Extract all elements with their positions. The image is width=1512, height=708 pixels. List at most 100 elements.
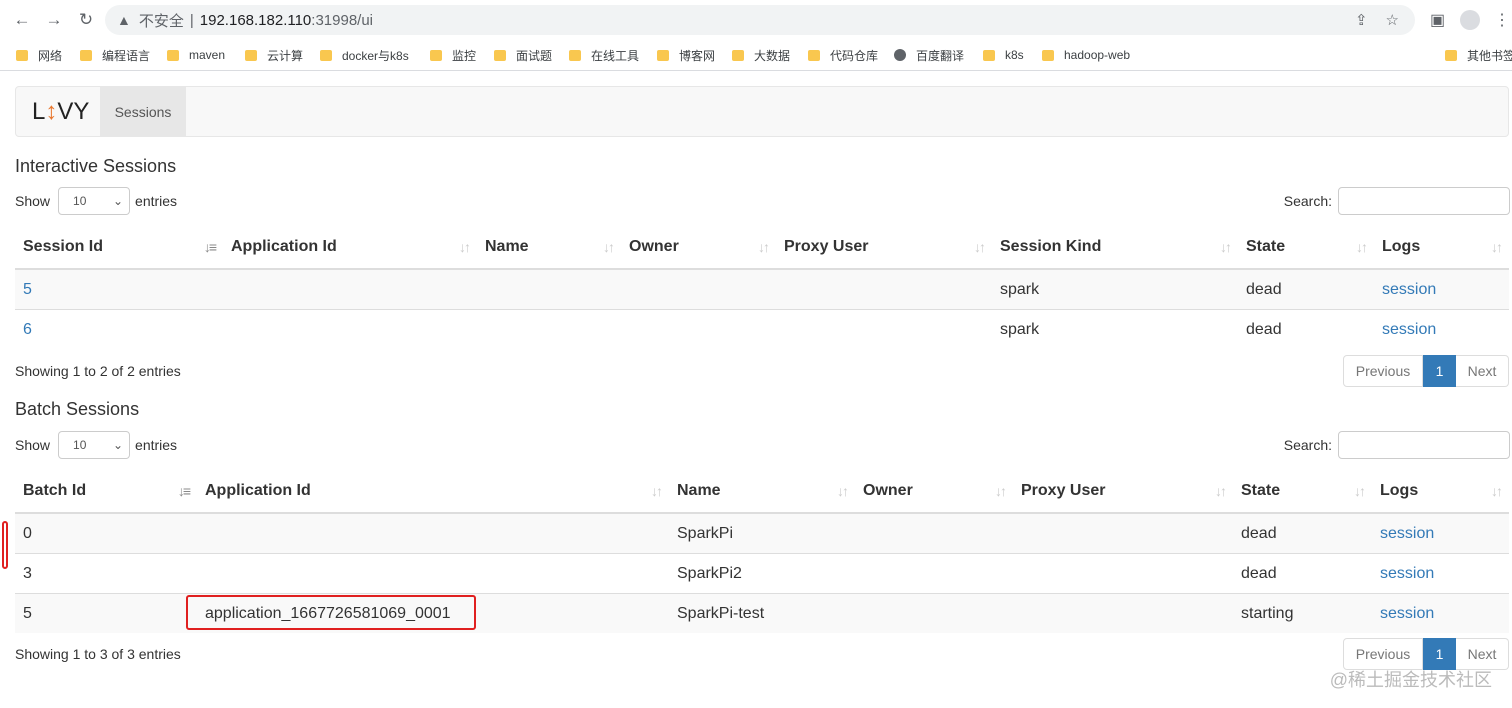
insecure-label: 不安全 xyxy=(138,12,184,30)
folder-icon xyxy=(430,49,442,61)
session-id-link[interactable]: 6 xyxy=(23,321,32,338)
column-header[interactable]: State ↓↑ xyxy=(1233,470,1372,514)
column-header[interactable]: State ↓↑ xyxy=(1238,226,1374,270)
bookmark-item[interactable]: docker与k8s xyxy=(320,46,409,64)
livy-logo[interactable]: L↕VY xyxy=(32,98,89,126)
sort-icon: ↓↑ xyxy=(1491,239,1503,255)
folder-icon xyxy=(1042,49,1054,61)
batch-id: 5 xyxy=(15,593,197,633)
session-id-link[interactable]: 5 xyxy=(23,281,32,298)
sort-icon: ↓↑ xyxy=(459,239,471,255)
session-state: dead xyxy=(1238,309,1374,349)
next-button[interactable]: Next xyxy=(1456,355,1509,387)
chevron-down-icon: ⌄ xyxy=(112,438,124,452)
interactive-page-size: Show 10 ⌄ entries xyxy=(15,187,177,215)
sort-icon: ↓↑ xyxy=(1354,483,1366,499)
bookmark-item[interactable]: hadoop-web xyxy=(1042,46,1130,64)
address-bar[interactable]: ▲ 不安全 | 192.168.182.110:31998/ui ⇪ ☆ xyxy=(105,5,1415,35)
interactive-info: Showing 1 to 2 of 2 entries xyxy=(15,363,181,379)
bookmark-item[interactable]: 监控 xyxy=(430,46,476,64)
interactive-pagination: Previous 1 Next xyxy=(1343,355,1509,387)
folder-icon xyxy=(494,49,506,61)
share-icon[interactable]: ⇪ xyxy=(1355,11,1368,29)
batch-log-link[interactable]: session xyxy=(1380,605,1434,622)
tab-sessions[interactable]: Sessions xyxy=(100,87,186,136)
interactive-sessions-title: Interactive Sessions xyxy=(15,156,177,176)
batch-id: 3 xyxy=(15,553,197,594)
folder-icon xyxy=(983,49,995,61)
column-header[interactable]: Session Kind ↓↑ xyxy=(992,226,1238,270)
sort-icon: ↓↑ xyxy=(974,239,986,255)
batch-state: starting xyxy=(1233,593,1372,633)
bookmark-item[interactable]: 面试题 xyxy=(494,46,552,64)
back-icon[interactable]: ← xyxy=(10,8,34,32)
batch-state: dead xyxy=(1233,512,1372,554)
sort-icon: ↓↑ xyxy=(995,483,1007,499)
bookmark-item[interactable]: 百度翻译 xyxy=(894,46,964,64)
batch-info: Showing 1 to 3 of 3 entries xyxy=(15,646,181,662)
bookmark-item[interactable]: maven xyxy=(167,46,225,64)
interactive-page-size-select[interactable]: 10 ⌄ xyxy=(58,187,131,215)
bookmark-item[interactable]: 编程语言 xyxy=(80,46,150,64)
column-header[interactable]: Owner ↓↑ xyxy=(621,226,776,270)
batch-name: SparkPi2 xyxy=(669,553,855,594)
session-log-link[interactable]: session xyxy=(1382,281,1436,298)
other-bookmarks[interactable]: 其他书签 xyxy=(1445,46,1512,64)
batch-log-link[interactable]: session xyxy=(1380,525,1434,542)
forward-icon[interactable]: → xyxy=(42,8,66,32)
session-log-link[interactable]: session xyxy=(1382,321,1436,338)
bookmark-item[interactable]: 网络 xyxy=(16,46,62,64)
column-header[interactable]: Application Id ↓↑ xyxy=(197,470,669,514)
watermark: @稀土掘金技术社区 xyxy=(1329,670,1492,690)
bookmark-item[interactable]: 大数据 xyxy=(732,46,790,64)
bookmark-item[interactable]: 云计算 xyxy=(245,46,303,64)
bookmark-star-icon[interactable]: ☆ xyxy=(1386,11,1399,29)
folder-icon xyxy=(569,49,581,61)
side-panel-icon[interactable]: ▣ xyxy=(1430,8,1445,32)
column-header[interactable]: Batch Id ↓≡ xyxy=(15,470,197,514)
batch-log-link[interactable]: session xyxy=(1380,565,1434,582)
sort-asc-icon: ↓≡ xyxy=(177,483,191,499)
table-row: 3 SparkPi2 dead session xyxy=(15,553,1509,594)
interactive-search: Search: xyxy=(1284,187,1510,215)
batch-search: Search: xyxy=(1284,431,1510,459)
batch-page-size-select[interactable]: 10 ⌄ xyxy=(58,431,131,459)
sort-icon: ↓↑ xyxy=(1356,239,1368,255)
annotation-highlight-box xyxy=(186,595,476,630)
chevron-down-icon: ⌄ xyxy=(112,194,124,208)
previous-button[interactable]: Previous xyxy=(1343,355,1423,387)
bookmark-item[interactable]: k8s xyxy=(983,46,1024,64)
table-row: 6 spark dead session xyxy=(15,309,1509,349)
column-header[interactable]: Proxy User ↓↑ xyxy=(776,226,992,270)
sort-asc-icon: ↓≡ xyxy=(203,239,217,255)
folder-icon xyxy=(80,49,92,61)
url-separator: | xyxy=(189,11,194,29)
folder-icon xyxy=(245,49,257,61)
sort-icon: ↓↑ xyxy=(651,483,663,499)
bookmark-item[interactable]: 博客网 xyxy=(657,46,715,64)
globe-icon xyxy=(894,49,906,61)
batch-name: SparkPi-test xyxy=(669,593,855,633)
column-header[interactable]: Logs ↓↑ xyxy=(1374,226,1509,270)
session-kind: spark xyxy=(992,268,1238,310)
column-header[interactable]: Session Id ↓≡ xyxy=(15,226,223,270)
profile-icon[interactable] xyxy=(1460,8,1480,32)
interactive-search-input[interactable] xyxy=(1338,187,1510,215)
bookmark-item[interactable]: 代码仓库 xyxy=(808,46,878,64)
column-header[interactable]: Name ↓↑ xyxy=(669,470,855,514)
bookmark-item[interactable]: 在线工具 xyxy=(569,46,639,64)
reload-icon[interactable]: ↻ xyxy=(74,8,98,32)
batch-id: 0 xyxy=(15,512,197,554)
column-header[interactable]: Proxy User ↓↑ xyxy=(1013,470,1233,514)
column-header[interactable]: Name ↓↑ xyxy=(477,226,621,270)
column-header[interactable]: Logs ↓↑ xyxy=(1372,470,1509,514)
column-header[interactable]: Owner ↓↑ xyxy=(855,470,1013,514)
sort-icon: ↓↑ xyxy=(758,239,770,255)
table-row: 0 SparkPi dead session xyxy=(15,512,1509,554)
annotation-scroll-mark xyxy=(2,521,8,569)
page-1-button[interactable]: 1 xyxy=(1423,355,1456,387)
batch-sessions-title: Batch Sessions xyxy=(15,399,140,419)
batch-search-input[interactable] xyxy=(1338,431,1510,459)
column-header[interactable]: Application Id ↓↑ xyxy=(223,226,477,270)
menu-icon[interactable]: ⋮ xyxy=(1494,8,1510,32)
